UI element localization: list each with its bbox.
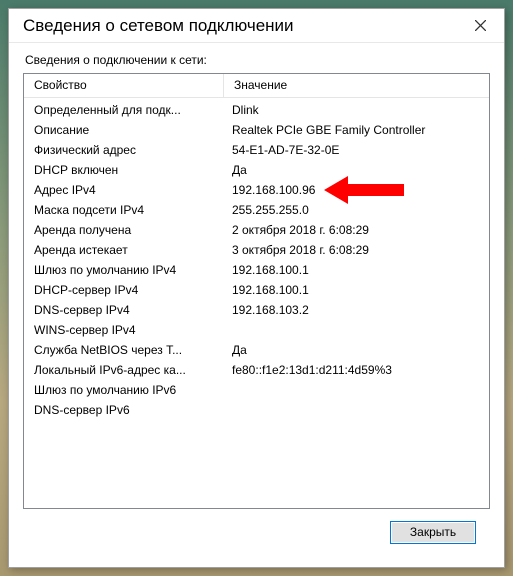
cell-value: Dlink: [224, 103, 489, 117]
table-row[interactable]: ОписаниеRealtek PCIe GBE Family Controll…: [24, 120, 489, 140]
cell-property: Аренда получена: [24, 223, 224, 237]
cell-value: Realtek PCIe GBE Family Controller: [224, 123, 489, 137]
cell-value: Да: [224, 343, 489, 357]
cell-property: Маска подсети IPv4: [24, 203, 224, 217]
table-row[interactable]: Аренда получена2 октября 2018 г. 6:08:29: [24, 220, 489, 240]
table-row[interactable]: DHCP включенДа: [24, 160, 489, 180]
table-row[interactable]: Служба NetBIOS через T...Да: [24, 340, 489, 360]
cell-property: Физический адрес: [24, 143, 224, 157]
close-icon: [475, 20, 486, 31]
cell-property: Шлюз по умолчанию IPv6: [24, 383, 224, 397]
cell-value: 54-E1-AD-7E-32-0E: [224, 143, 489, 157]
dialog-window: Сведения о сетевом подключении Сведения …: [8, 8, 505, 568]
cell-value: 2 октября 2018 г. 6:08:29: [224, 223, 489, 237]
window-title: Сведения о сетевом подключении: [23, 16, 466, 36]
table-row[interactable]: Локальный IPv6-адрес ка...fe80::f1e2:13d…: [24, 360, 489, 380]
cell-property: DHCP включен: [24, 163, 224, 177]
table-row[interactable]: Шлюз по умолчанию IPv6: [24, 380, 489, 400]
cell-value: 192.168.100.96: [224, 183, 489, 197]
cell-property: Описание: [24, 123, 224, 137]
table-row[interactable]: DHCP-сервер IPv4192.168.100.1: [24, 280, 489, 300]
grid-header: Свойство Значение: [24, 74, 489, 98]
titlebar: Сведения о сетевом подключении: [9, 9, 504, 43]
cell-property: DHCP-сервер IPv4: [24, 283, 224, 297]
cell-value: 3 октября 2018 г. 6:08:29: [224, 243, 489, 257]
column-header-value[interactable]: Значение: [224, 74, 489, 97]
cell-value: 192.168.103.2: [224, 303, 489, 317]
cell-property: Служба NetBIOS через T...: [24, 343, 224, 357]
table-row[interactable]: WINS-сервер IPv4: [24, 320, 489, 340]
table-row[interactable]: Адрес IPv4192.168.100.96: [24, 180, 489, 200]
table-row[interactable]: Физический адрес54-E1-AD-7E-32-0E: [24, 140, 489, 160]
table-row[interactable]: DNS-сервер IPv4192.168.103.2: [24, 300, 489, 320]
details-panel: Свойство Значение Определенный для подк.…: [23, 73, 490, 509]
cell-value: 255.255.255.0: [224, 203, 489, 217]
table-row[interactable]: DNS-сервер IPv6: [24, 400, 489, 420]
column-header-property[interactable]: Свойство: [24, 74, 224, 97]
subtitle-label: Сведения о подключении к сети:: [23, 53, 490, 67]
cell-value: Да: [224, 163, 489, 177]
cell-property: DNS-сервер IPv6: [24, 403, 224, 417]
close-button[interactable]: [466, 14, 494, 38]
table-row[interactable]: Определенный для подк...Dlink: [24, 100, 489, 120]
cell-property: Аренда истекает: [24, 243, 224, 257]
cell-property: Локальный IPv6-адрес ка...: [24, 363, 224, 377]
dialog-footer: Закрыть: [23, 509, 490, 555]
close-dialog-button[interactable]: Закрыть: [390, 521, 476, 544]
dialog-body: Сведения о подключении к сети: Свойство …: [9, 43, 504, 567]
grid-rows: Определенный для подк...DlinkОписаниеRea…: [24, 98, 489, 422]
table-row[interactable]: Маска подсети IPv4255.255.255.0: [24, 200, 489, 220]
cell-property: WINS-сервер IPv4: [24, 323, 224, 337]
table-row[interactable]: Аренда истекает3 октября 2018 г. 6:08:29: [24, 240, 489, 260]
cell-value: fe80::f1e2:13d1:d211:4d59%3: [224, 363, 489, 377]
cell-property: Шлюз по умолчанию IPv4: [24, 263, 224, 277]
cell-value: 192.168.100.1: [224, 263, 489, 277]
cell-value: 192.168.100.1: [224, 283, 489, 297]
cell-property: DNS-сервер IPv4: [24, 303, 224, 317]
cell-property: Определенный для подк...: [24, 103, 224, 117]
table-row[interactable]: Шлюз по умолчанию IPv4192.168.100.1: [24, 260, 489, 280]
cell-property: Адрес IPv4: [24, 183, 224, 197]
